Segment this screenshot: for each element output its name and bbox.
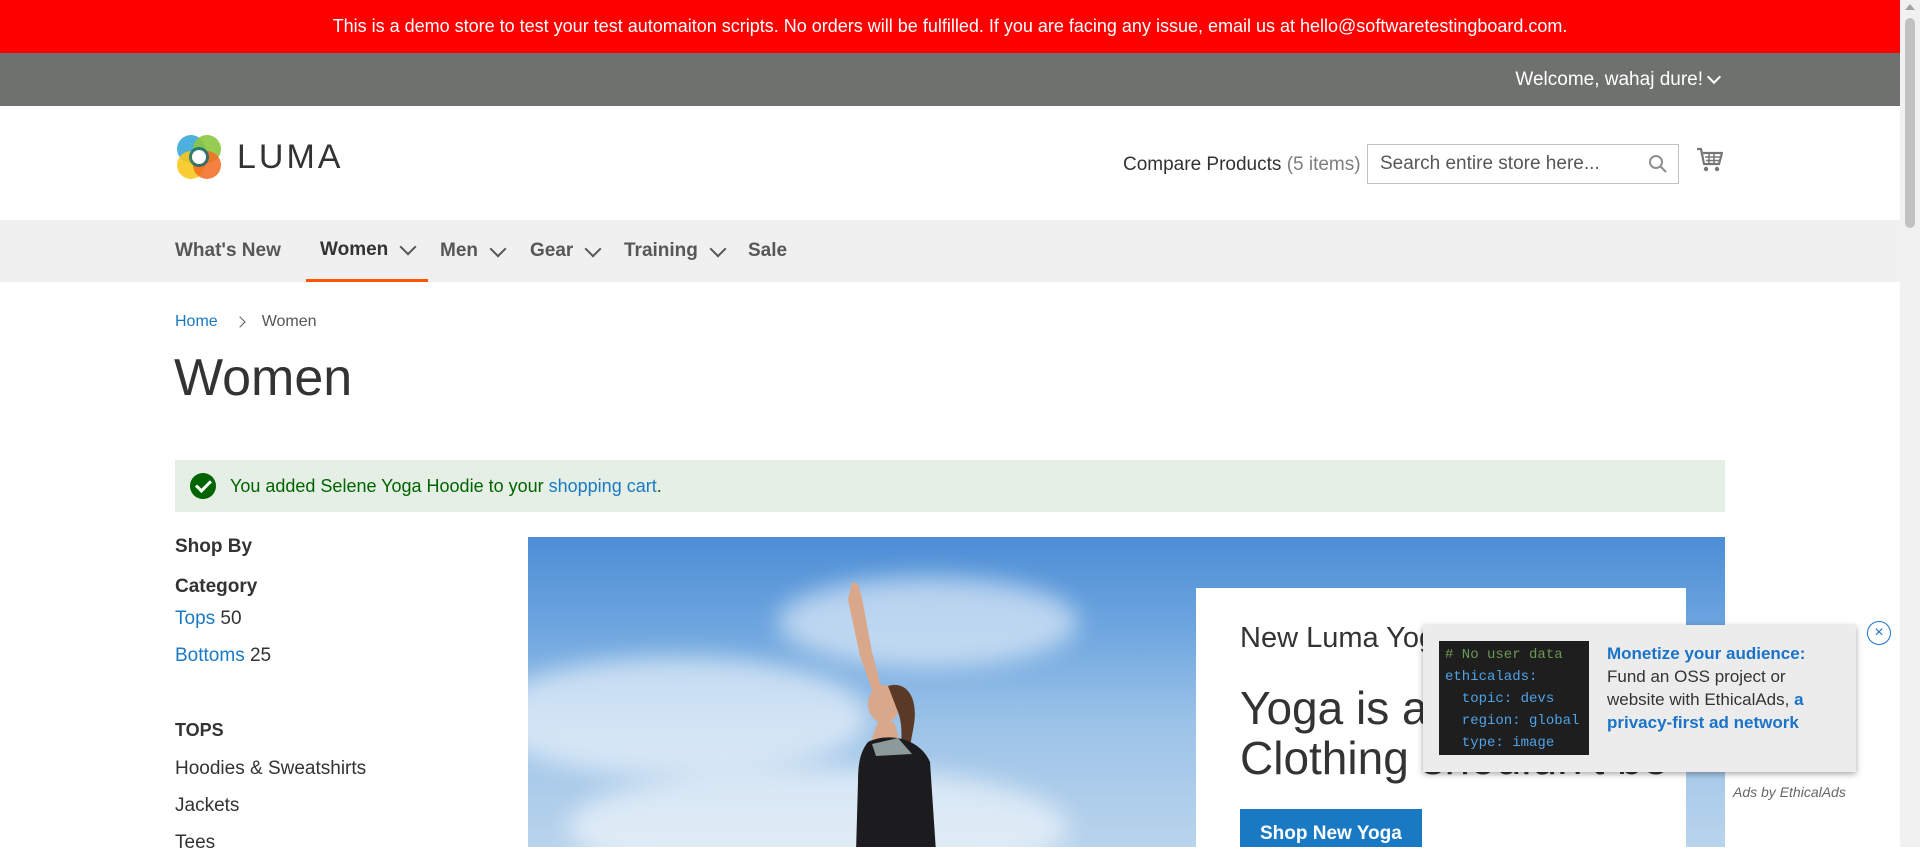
message-text: You added Selene Yoga Hoodie to your bbox=[230, 475, 544, 496]
tops-section-title: TOPS bbox=[175, 720, 224, 740]
nav-label: Gear bbox=[530, 240, 574, 261]
shop-by-title: Shop By bbox=[175, 536, 253, 557]
nav-label: Training bbox=[624, 240, 698, 261]
sidebar-link-jackets[interactable]: Jackets bbox=[175, 795, 239, 817]
demo-notice-text: This is a demo store to test your test a… bbox=[332, 16, 1568, 36]
page-scrollbar[interactable] bbox=[1900, 0, 1920, 847]
scrollbar-thumb[interactable] bbox=[1905, 18, 1915, 228]
category-link-bottoms[interactable]: Bottoms bbox=[175, 645, 245, 666]
compare-count: (5 items) bbox=[1286, 154, 1361, 175]
welcome-text: Welcome, wahaj dure! bbox=[1515, 68, 1703, 90]
nav-item-gear[interactable]: Gear bbox=[530, 220, 602, 282]
shopping-cart-link[interactable]: shopping cart bbox=[549, 476, 657, 497]
success-message: You added Selene Yoga Hoodie to your sho… bbox=[175, 460, 1725, 512]
nav-label: Women bbox=[320, 238, 389, 260]
nav-item-sale[interactable]: Sale bbox=[748, 220, 787, 282]
ad-code-line: # No user data bbox=[1445, 647, 1563, 663]
customer-menu-toggle[interactable]: Welcome, wahaj dure! bbox=[1515, 53, 1722, 106]
nav-item-women[interactable]: Women bbox=[306, 220, 429, 282]
compare-label: Compare Products bbox=[1123, 154, 1282, 175]
ad-code-line: region: global bbox=[1445, 713, 1580, 729]
demo-notice-bar: This is a demo store to test your test a… bbox=[0, 0, 1900, 53]
ad-image[interactable]: # No user data ethicalads: topic: devs r… bbox=[1439, 641, 1589, 755]
checkmark-icon bbox=[190, 473, 216, 499]
search-input[interactable] bbox=[1368, 145, 1652, 183]
shop-new-yoga-button[interactable]: Shop New Yoga bbox=[1240, 809, 1422, 847]
ad-code-line: ethicalads: bbox=[1445, 669, 1538, 685]
ad-headline: Monetize your audience: bbox=[1607, 644, 1806, 663]
logo-text: LUMA bbox=[237, 137, 344, 176]
ad-attribution[interactable]: Ads by EthicalAds bbox=[1733, 784, 1846, 800]
category-filter-title: Category bbox=[175, 576, 258, 597]
search-box bbox=[1367, 144, 1679, 184]
yoga-model-image bbox=[848, 582, 936, 847]
ad-code-line: type: image bbox=[1445, 735, 1555, 751]
luma-logo-icon bbox=[177, 135, 221, 179]
chevron-down-icon bbox=[584, 240, 602, 257]
category-item-tops: Tops 50 bbox=[175, 608, 242, 630]
breadcrumb-home[interactable]: Home bbox=[175, 313, 218, 331]
chevron-down-icon bbox=[399, 238, 417, 256]
ad-text[interactable]: Monetize your audience: Fund an OSS proj… bbox=[1607, 642, 1847, 734]
scroll-up-arrow-icon[interactable] bbox=[1905, 4, 1915, 10]
nav-label: What's New bbox=[175, 240, 281, 261]
nav-item-training[interactable]: Training bbox=[624, 220, 727, 282]
compare-products-link[interactable]: Compare Products (5 items) bbox=[1123, 154, 1361, 176]
category-count: 50 bbox=[220, 608, 242, 629]
main-navigation: What's New Women Men Gear Training Sale bbox=[0, 220, 1900, 282]
top-panel: Welcome, wahaj dure! bbox=[0, 53, 1900, 106]
cloud-shape bbox=[528, 657, 868, 777]
breadcrumb-current: Women bbox=[261, 313, 317, 330]
sidebar-filters: Shop By Category Tops 50 Bottoms 25 TOPS… bbox=[175, 536, 475, 853]
chevron-down-icon bbox=[709, 240, 727, 257]
message-suffix: . bbox=[656, 475, 662, 496]
ad-body: Fund an OSS project or website with Ethi… bbox=[1607, 667, 1790, 709]
category-link-tops[interactable]: Tops bbox=[175, 608, 215, 629]
category-count: 25 bbox=[249, 645, 272, 666]
sidebar-link-tees[interactable]: Tees bbox=[175, 832, 215, 854]
nav-item-men[interactable]: Men bbox=[440, 220, 507, 282]
nav-label: Men bbox=[440, 240, 478, 261]
page-header: LUMA Compare Products (5 items) bbox=[0, 106, 1900, 220]
nav-item-whats-new[interactable]: What's New bbox=[175, 220, 281, 282]
shopping-cart-icon[interactable] bbox=[1696, 146, 1724, 174]
luma-logo[interactable]: LUMA bbox=[175, 133, 343, 181]
ethicalads-popup: # No user data ethicalads: topic: devs r… bbox=[1423, 625, 1856, 772]
close-icon[interactable]: × bbox=[1867, 621, 1891, 645]
page-title: Women bbox=[174, 349, 353, 407]
sidebar-link-hoodies[interactable]: Hoodies & Sweatshirts bbox=[175, 758, 366, 780]
chevron-right-icon bbox=[234, 316, 246, 328]
chevron-down-icon bbox=[1706, 69, 1722, 85]
category-item-bottoms: Bottoms 25 bbox=[175, 645, 271, 667]
breadcrumb: Home Women bbox=[175, 313, 317, 331]
ad-code-line: topic: devs bbox=[1445, 691, 1555, 707]
search-icon[interactable] bbox=[1648, 154, 1668, 174]
nav-label: Sale bbox=[748, 240, 788, 261]
chevron-down-icon bbox=[489, 240, 507, 257]
